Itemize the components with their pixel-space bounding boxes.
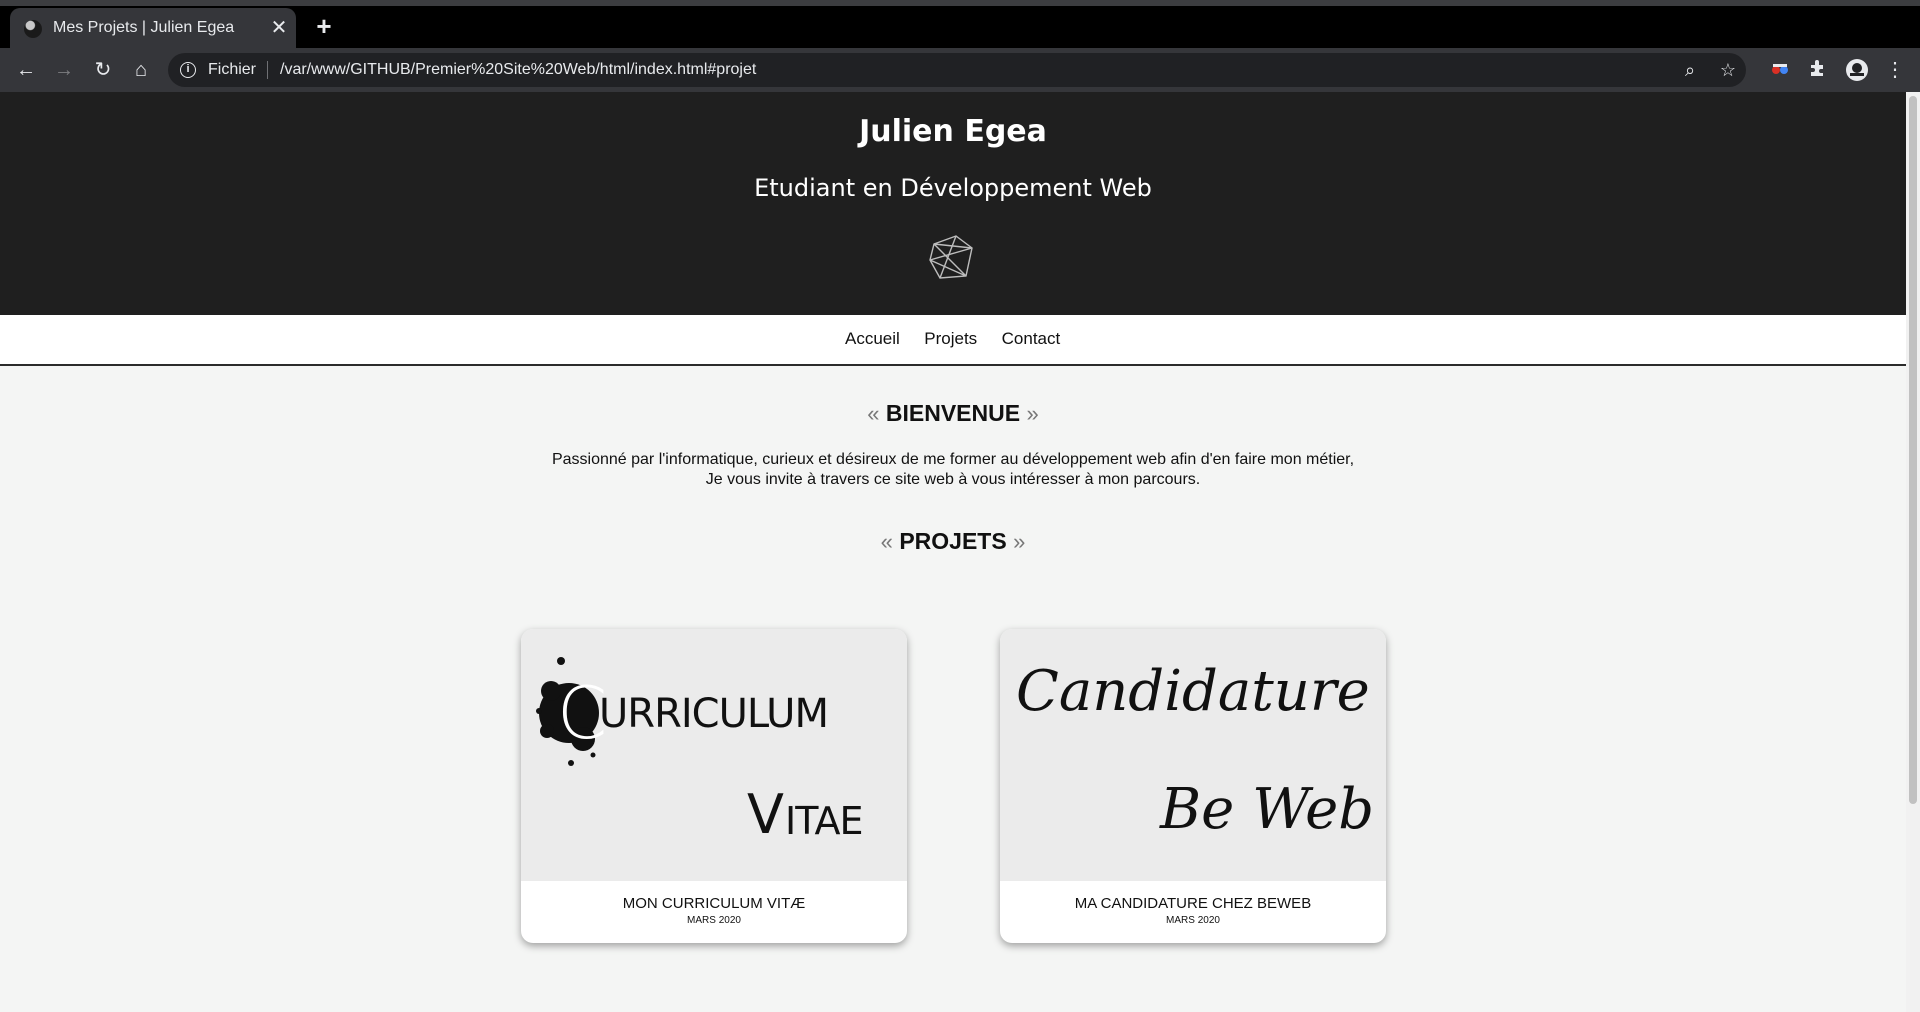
beweb-image-word-2: Be Web (1160, 777, 1375, 842)
site-name: Julien Egea (859, 114, 1047, 149)
browser-toolbar: ← → ↻ ⌂ i Fichier /var/www/GITHUB/Premie… (0, 48, 1920, 92)
card-date: MARS 2020 (687, 915, 741, 926)
quote-open: « (867, 401, 880, 426)
card-date: MARS 2020 (1166, 915, 1220, 926)
cv-image-word-1: URRICULUM (599, 691, 829, 737)
welcome-title: BIENVENUE (885, 400, 1021, 426)
new-tab-button[interactable]: + (312, 13, 336, 39)
card-title: MA CANDIDATURE CHEZ BEWEB (1074, 895, 1312, 912)
project-card-beweb[interactable]: Candidature Be Web MA CANDIDATURE CHEZ B… (1000, 629, 1386, 943)
welcome-text: Passionné par l'informatique, curieux et… (0, 450, 1906, 490)
reload-icon[interactable]: ↻ (91, 58, 115, 82)
url-text[interactable]: /var/www/GITHUB/Premier%20Site%20Web/htm… (280, 61, 756, 79)
geometric-logo-icon (929, 235, 973, 279)
tab-bar: Mes Projets | Julien Egea ✕ + (0, 6, 1920, 48)
address-bar[interactable]: i Fichier /var/www/GITHUB/Premier%20Site… (168, 53, 1746, 87)
bookmark-star-icon[interactable]: ☆ (1717, 59, 1739, 81)
scrollbar-thumb[interactable] (1909, 96, 1917, 804)
page-scrollbar[interactable] (1906, 92, 1920, 1012)
quote-close: » (1026, 401, 1039, 426)
welcome-heading: « BIENVENUE » (0, 400, 1906, 427)
profile-avatar-icon[interactable] (1845, 58, 1869, 82)
cv-card-image: C URRICULUM V ITAE (521, 629, 907, 881)
zoom-icon[interactable]: ⌕ (1679, 59, 1701, 81)
active-tab[interactable]: Mes Projets | Julien Egea ✕ (10, 8, 296, 48)
back-icon[interactable]: ← (14, 58, 38, 82)
main-nav: Accueil Projets Contact (0, 315, 1906, 366)
card-title: MON CURRICULUM VITÆ (622, 895, 806, 912)
site-header: Julien Egea Etudiant en Développement We… (0, 92, 1906, 315)
beweb-card-image: Candidature Be Web (1000, 629, 1386, 881)
home-icon[interactable]: ⌂ (129, 58, 153, 82)
menu-dots-icon[interactable]: ⋮ (1883, 58, 1907, 82)
beweb-image-word-1: Candidature (1016, 659, 1370, 724)
site-subtitle: Etudiant en Développement Web (754, 174, 1152, 202)
projects-heading: « PROJETS » (0, 528, 1906, 555)
forward-icon[interactable]: → (52, 58, 76, 82)
cv-image-letter-v: V (747, 783, 784, 846)
quote-close: » (1013, 529, 1026, 554)
nav-accueil[interactable]: Accueil (845, 329, 900, 349)
extension-icon[interactable] (1768, 58, 1792, 82)
projects-title: PROJETS (899, 528, 1007, 554)
quote-open: « (880, 529, 893, 554)
nav-projets[interactable]: Projets (924, 329, 977, 349)
welcome-line-2: Je vous invite à travers ce site web à v… (705, 471, 1201, 488)
welcome-line-1: Passionné par l'informatique, curieux et… (551, 451, 1355, 468)
url-divider (267, 61, 268, 79)
puzzle-extensions-icon[interactable] (1806, 58, 1830, 82)
favicon-icon (24, 20, 42, 38)
close-tab-icon[interactable]: ✕ (268, 17, 290, 39)
page-viewport: Julien Egea Etudiant en Développement We… (0, 92, 1920, 1012)
nav-contact[interactable]: Contact (1002, 329, 1061, 349)
tab-title: Mes Projets | Julien Egea (53, 19, 235, 36)
scheme-label: Fichier (208, 61, 257, 78)
info-icon[interactable]: i (180, 62, 196, 78)
cv-image-word-2: ITAE (785, 799, 863, 843)
project-card-cv[interactable]: C URRICULUM V ITAE MON CURRICULUM VITÆ M… (521, 629, 907, 943)
